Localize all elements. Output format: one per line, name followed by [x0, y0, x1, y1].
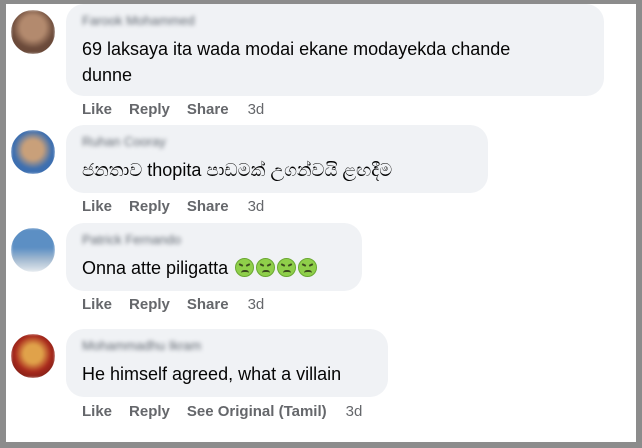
comment-text: ජනතාව thopita පාඩමක් උගන්වයි ළඟදීම — [82, 160, 393, 180]
reply-button[interactable]: Reply — [129, 198, 170, 215]
reply-button[interactable]: Reply — [129, 403, 170, 420]
avatar[interactable] — [11, 130, 55, 174]
avatar[interactable] — [11, 10, 55, 54]
comment-actions: Like Reply Share 3d — [82, 296, 281, 313]
comment-timestamp[interactable]: 3d — [346, 403, 363, 420]
nauseated-face-icon — [235, 258, 255, 277]
like-button[interactable]: Like — [82, 296, 112, 313]
like-button[interactable]: Like — [82, 198, 112, 215]
share-button[interactable]: Share — [187, 101, 229, 118]
comment-bubble: Patrick Fernando Onna atte piligatta — [66, 223, 362, 291]
comment-bubble: Ruhan Cooray ජනතාව thopita පාඩමක් උගන්වය… — [66, 125, 488, 193]
comment-actions: Like Reply Share 3d — [82, 198, 281, 215]
reply-button[interactable]: Reply — [129, 101, 170, 118]
avatar[interactable] — [11, 334, 55, 378]
nauseated-face-icon — [277, 258, 297, 277]
comment-actions: Like Reply See Original (Tamil) 3d — [82, 403, 379, 420]
comment-text-continued: dunne — [82, 65, 133, 85]
comment-author[interactable]: Farook Mohammed — [82, 13, 195, 28]
comment-bubble: Mohammadhu Ikram He himself agreed, what… — [66, 329, 388, 397]
nauseated-face-icon — [256, 258, 276, 277]
comment-text-row: Onna atte piligatta — [82, 255, 318, 281]
nauseated-face-icon — [298, 258, 318, 277]
see-original-button[interactable]: See Original (Tamil) — [187, 403, 327, 420]
comment-timestamp[interactable]: 3d — [248, 296, 265, 313]
share-button[interactable]: Share — [187, 198, 229, 215]
avatar[interactable] — [11, 228, 55, 272]
comments-panel: Farook Mohammed 69 laksaya ita wada moda… — [0, 0, 642, 448]
comment-bubble: Farook Mohammed 69 laksaya ita wada moda… — [66, 4, 604, 96]
comment-timestamp[interactable]: 3d — [248, 101, 265, 118]
comment-actions: Like Reply Share 3d — [82, 101, 281, 118]
comment-author[interactable]: Patrick Fernando — [82, 232, 181, 247]
comment-text: He himself agreed, what a villain — [82, 364, 342, 384]
like-button[interactable]: Like — [82, 101, 112, 118]
comment-text: 69 laksaya ita wada modai ekane modayekd… — [82, 39, 511, 59]
reply-button[interactable]: Reply — [129, 296, 170, 313]
comment-timestamp[interactable]: 3d — [248, 198, 265, 215]
comment-text: Onna atte piligatta — [82, 258, 229, 278]
comment-author[interactable]: Ruhan Cooray — [82, 134, 166, 149]
like-button[interactable]: Like — [82, 403, 112, 420]
share-button[interactable]: Share — [187, 296, 229, 313]
comment-author[interactable]: Mohammadhu Ikram — [82, 338, 201, 353]
